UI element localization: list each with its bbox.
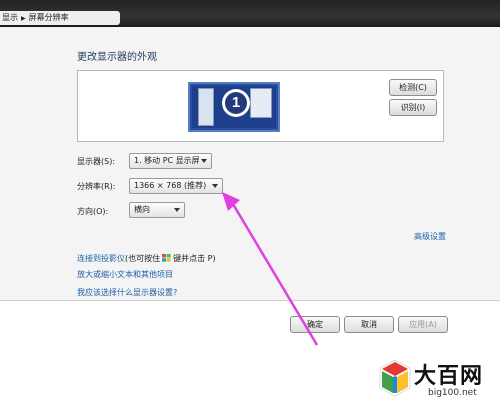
watermark-domain: big100.net <box>428 388 477 398</box>
watermark-brand: 大百网 <box>414 364 484 389</box>
annotation-arrow-icon <box>222 192 319 346</box>
watermark: 大百网 big100.net <box>378 356 498 404</box>
watermark-logo-icon <box>379 359 411 397</box>
